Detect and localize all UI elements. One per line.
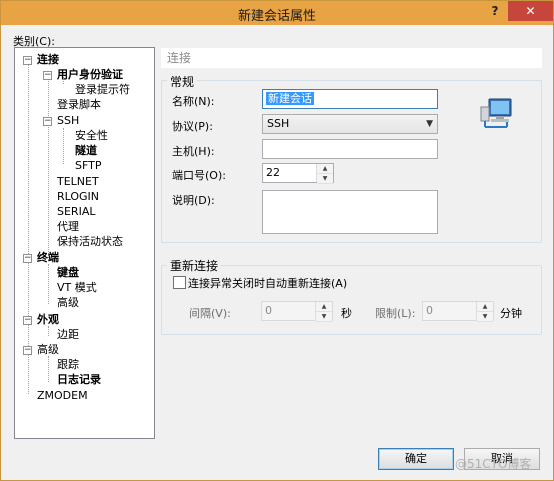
host-field[interactable] — [262, 139, 438, 159]
title-bar: 新建会话属性 ? ✕ — [1, 1, 553, 25]
tree-item-advanced[interactable]: 高级 — [37, 343, 59, 357]
tree-item-appearance[interactable]: 外观 — [37, 313, 59, 327]
description-field[interactable] — [262, 190, 438, 234]
protocol-select[interactable]: SSH ▼ — [262, 114, 438, 134]
port-stepper[interactable]: ▲ ▼ — [316, 164, 333, 184]
help-button[interactable]: ? — [487, 3, 503, 19]
protocol-value: SSH — [267, 117, 290, 130]
name-field[interactable]: 新建会话 — [262, 89, 438, 109]
spin-up-icon[interactable]: ▲ — [477, 302, 493, 312]
tree-item-margin[interactable]: 边距 — [57, 328, 79, 342]
spin-down-icon[interactable]: ▼ — [316, 312, 332, 322]
tree-item-login-prompt[interactable]: 登录提示符 — [75, 83, 130, 97]
tree-item-ssh[interactable]: SSH — [57, 114, 79, 128]
tree-item-security[interactable]: 安全性 — [75, 129, 108, 143]
reconnect-group-title: 重新连接 — [167, 257, 222, 274]
ok-button[interactable]: 确定 — [378, 448, 454, 470]
collapse-advanced-icon[interactable]: − — [23, 346, 32, 355]
spin-down-icon[interactable]: ▼ — [477, 312, 493, 322]
collapse-terminal-icon[interactable]: − — [23, 254, 32, 263]
tree-item-keepalive[interactable]: 保持活动状态 — [57, 235, 123, 249]
description-label: 说明(D): — [172, 194, 215, 207]
tree-item-auth[interactable]: 用户身份验证 — [57, 68, 123, 82]
collapse-connection-icon[interactable]: − — [23, 56, 32, 65]
name-label: 名称(N): — [172, 95, 215, 108]
tree-item-telnet[interactable]: TELNET — [57, 175, 99, 189]
port-label: 端口号(O): — [172, 169, 226, 182]
interval-value: 0 — [265, 304, 272, 317]
tree-item-rlogin[interactable]: RLOGIN — [57, 190, 99, 204]
seconds-unit: 秒 — [341, 307, 352, 320]
tree-item-tunnel[interactable]: 隧道 — [75, 144, 97, 158]
limit-stepper[interactable]: ▲ ▼ — [476, 302, 493, 322]
tree-item-terminal[interactable]: 终端 — [37, 251, 59, 265]
interval-stepper[interactable]: ▲ ▼ — [315, 302, 332, 322]
tree-item-proxy[interactable]: 代理 — [57, 220, 79, 234]
name-value: 新建会话 — [266, 92, 314, 105]
session-properties-dialog: 新建会话属性 ? ✕ 类别(C): − 连接 − 用户身份验证 登录提示符 登录… — [0, 0, 554, 481]
tree-item-keyboard[interactable]: 键盘 — [57, 266, 79, 280]
watermark: @51CTO博客 — [455, 457, 532, 471]
collapse-auth-icon[interactable]: − — [43, 71, 52, 80]
tree-item-serial[interactable]: SERIAL — [57, 205, 95, 219]
minutes-unit: 分钟 — [500, 307, 522, 320]
tree-item-sftp[interactable]: SFTP — [75, 159, 101, 173]
auto-reconnect-checkbox[interactable] — [173, 276, 186, 289]
spin-up-icon[interactable]: ▲ — [317, 164, 333, 174]
auto-reconnect-label[interactable]: 连接异常关闭时自动重新连接(A) — [188, 275, 347, 291]
protocol-label: 协议(P): — [172, 120, 213, 133]
collapse-appearance-icon[interactable]: − — [23, 316, 32, 325]
general-group-title: 常规 — [167, 73, 198, 90]
window-title: 新建会话属性 — [237, 9, 316, 24]
tree-item-zmodem[interactable]: ZMODEM — [37, 389, 88, 403]
interval-label: 间隔(V): — [189, 307, 231, 320]
limit-value: 0 — [426, 304, 433, 317]
network-computer-icon — [479, 97, 517, 131]
tree-item-connection[interactable]: 连接 — [37, 53, 59, 67]
tree-item-term-advanced[interactable]: 高级 — [57, 296, 79, 310]
section-header: 连接 — [161, 48, 542, 68]
close-button[interactable]: ✕ — [508, 1, 553, 21]
collapse-ssh-icon[interactable]: − — [43, 117, 52, 126]
tree-item-login-script[interactable]: 登录脚本 — [57, 98, 101, 112]
tree-item-trace[interactable]: 跟踪 — [57, 358, 79, 372]
tree-item-logging[interactable]: 日志记录 — [57, 373, 101, 387]
host-label: 主机(H): — [172, 145, 215, 158]
tree-item-vt-mode[interactable]: VT 模式 — [57, 281, 97, 295]
spin-up-icon[interactable]: ▲ — [316, 302, 332, 312]
spin-down-icon[interactable]: ▼ — [317, 174, 333, 184]
limit-label: 限制(L): — [375, 307, 416, 320]
port-value: 22 — [266, 166, 280, 179]
chevron-down-icon: ▼ — [426, 119, 433, 129]
category-tree[interactable]: − 连接 − 用户身份验证 登录提示符 登录脚本 − SSH 安全性 隧道 SF… — [14, 47, 155, 439]
